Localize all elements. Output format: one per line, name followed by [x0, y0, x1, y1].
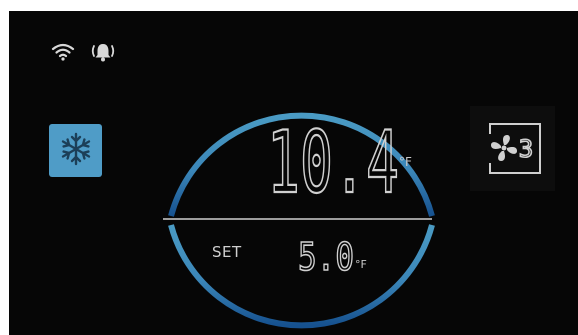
- current-temperature: 10.4: [267, 112, 400, 204]
- current-temperature-unit: °F: [399, 155, 412, 169]
- current-temperature-value: 10.4: [267, 113, 399, 204]
- set-label: SET: [212, 243, 242, 261]
- set-temperature[interactable]: 5.0: [298, 232, 358, 276]
- thermostat-panel: 3 10.4 °F SET 5.0 °F: [9, 11, 578, 335]
- set-temperature-unit: °F: [355, 258, 367, 271]
- set-temperature-value: 5.0: [298, 235, 354, 276]
